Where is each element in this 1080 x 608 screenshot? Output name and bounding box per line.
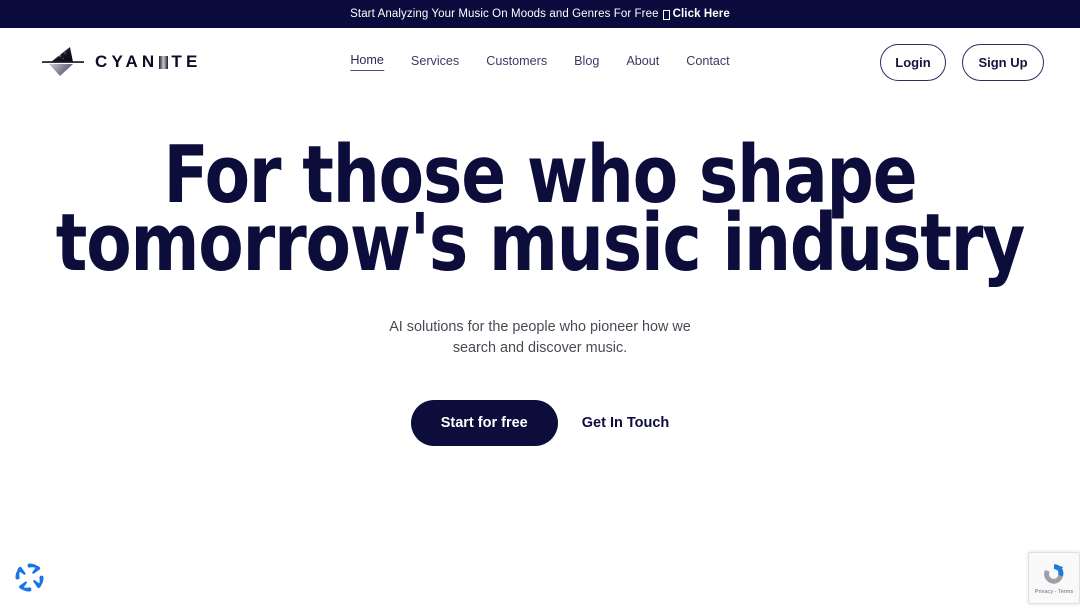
signup-button[interactable]: Sign Up	[962, 43, 1044, 81]
logo-text-before: CYAN	[95, 52, 159, 71]
nav-item-services[interactable]: Services	[411, 54, 459, 71]
page-title: For those who shape tomorrow's music ind…	[38, 136, 1042, 289]
nav-item-about[interactable]: About	[626, 54, 659, 71]
headline-line-2: tomorrow's music industry	[55, 196, 1026, 289]
hero-subheadline: AI solutions for the people who pioneer …	[0, 317, 1080, 360]
login-button[interactable]: Login	[880, 43, 946, 81]
cyanite-logo-text: CYAN TE	[95, 52, 202, 72]
logo-gradient-letter	[159, 55, 169, 69]
recaptcha-icon	[1044, 564, 1064, 584]
recaptcha-badge[interactable]: Privacy - Terms	[1028, 552, 1080, 604]
subheadline-line-2: search and discover music.	[452, 340, 628, 357]
get-in-touch-button[interactable]: Get In Touch	[582, 415, 670, 431]
document-glyph-icon	[662, 10, 670, 20]
announcement-text: Start Analyzing Your Music On Moods and …	[350, 8, 659, 20]
start-for-free-button[interactable]: Start for free	[410, 400, 558, 447]
logo-text-after: TE	[171, 52, 202, 71]
product-mockup: CYANITE One More Time – Daft Punk Simila…	[0, 446, 1080, 596]
nav-item-customers[interactable]: Customers	[486, 54, 547, 71]
nav-item-home[interactable]: Home	[350, 53, 384, 71]
nav-item-contact[interactable]: Contact	[686, 54, 729, 71]
accessibility-icon	[15, 563, 44, 592]
auth-actions: Login Sign Up	[880, 43, 1044, 81]
subheadline-line-1: AI solutions for the people who pioneer …	[389, 318, 691, 335]
nav-item-blog[interactable]: Blog	[574, 54, 599, 71]
announcement-bar: Start Analyzing Your Music On Moods and …	[0, 0, 1080, 28]
cyanite-logo[interactable]: CYAN TE	[40, 45, 202, 79]
announcement-cta-link[interactable]: Click Here	[662, 8, 730, 20]
cyanite-logo-mark	[42, 47, 84, 76]
hero-cta-row: Start for free Get In Touch	[0, 400, 1080, 447]
hero-section: For those who shape tomorrow's music ind…	[0, 96, 1080, 447]
accessibility-widget-button[interactable]	[14, 562, 45, 593]
main-navigation: Home Services Customers Blog About Conta…	[350, 53, 730, 71]
announcement-cta-label: Click Here	[672, 8, 730, 20]
recaptcha-label: Privacy - Terms	[1034, 589, 1074, 595]
site-header: CYAN TE Home Services Customers Blog Abo…	[0, 28, 1080, 96]
